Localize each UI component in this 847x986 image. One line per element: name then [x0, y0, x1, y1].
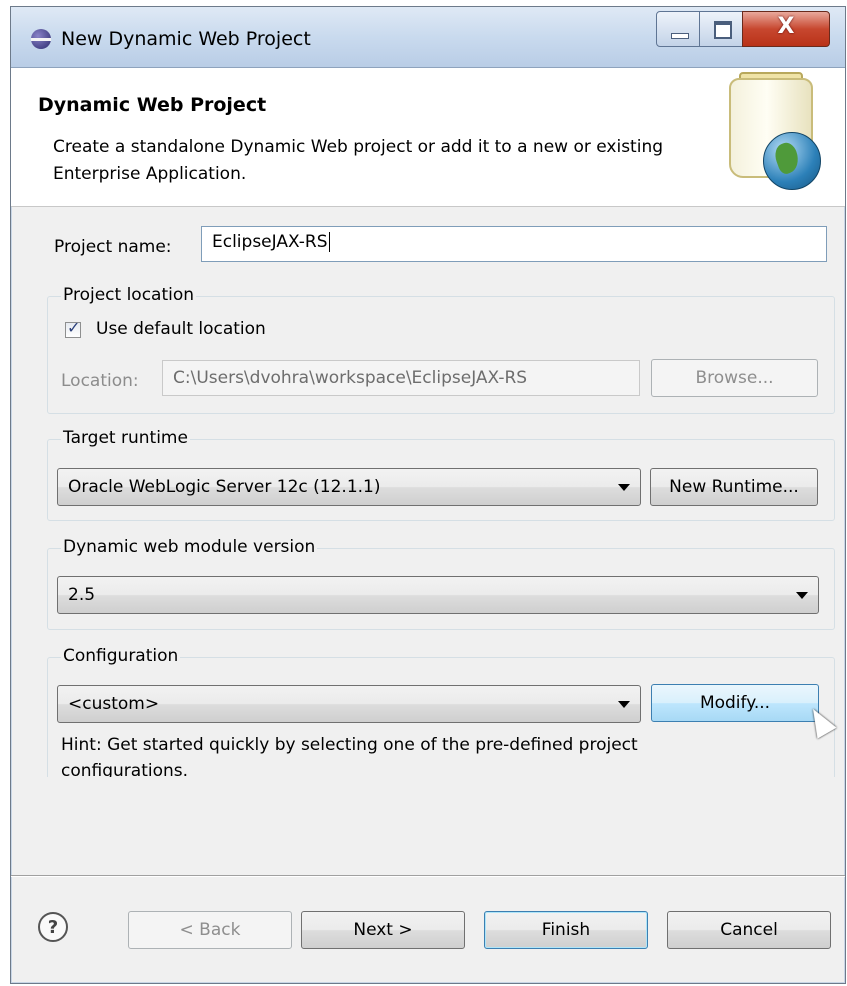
browse-button: Browse...: [651, 359, 818, 397]
close-button[interactable]: X: [742, 11, 830, 47]
configuration-hint: Hint: Get started quickly by selecting o…: [61, 735, 638, 777]
text-caret: [328, 232, 330, 252]
chevron-down-icon: [618, 701, 630, 708]
new-dynamic-web-project-dialog: New Dynamic Web Project X Dynamic Web Pr…: [10, 6, 846, 984]
checkmark-icon: ✓: [67, 318, 81, 337]
use-default-location-checkbox[interactable]: ✓: [65, 318, 81, 338]
project-name-input[interactable]: EclipseJAX-RS: [201, 226, 827, 262]
maximize-button[interactable]: [699, 11, 743, 47]
modify-button[interactable]: Modify...: [651, 684, 819, 722]
module-version-dropdown[interactable]: 2.5: [57, 576, 819, 614]
new-runtime-button[interactable]: New Runtime...: [650, 468, 818, 506]
wizard-banner: Dynamic Web Project Create a standalone …: [11, 68, 845, 207]
target-runtime-dropdown[interactable]: Oracle WebLogic Server 12c (12.1.1): [57, 468, 641, 506]
wizard-page-description: Create a standalone Dynamic Web project …: [53, 137, 664, 184]
minimize-icon: [671, 33, 689, 39]
chevron-down-icon: [618, 484, 630, 491]
eclipse-icon: [31, 29, 51, 49]
title-bar[interactable]: New Dynamic Web Project X: [11, 7, 845, 68]
module-version-value: 2.5: [68, 585, 96, 605]
configuration-dropdown[interactable]: <custom>: [57, 685, 641, 723]
project-name-value: EclipseJAX-RS: [212, 232, 328, 252]
next-button[interactable]: Next >: [301, 911, 465, 949]
target-runtime-title: Target runtime: [61, 428, 190, 448]
configuration-value: <custom>: [68, 694, 160, 714]
minimize-button[interactable]: [656, 11, 700, 47]
finish-button[interactable]: Finish: [484, 911, 648, 949]
project-name-label: Project name:: [54, 237, 172, 257]
close-icon: X: [777, 14, 795, 39]
wizard-page-title: Dynamic Web Project: [38, 94, 267, 116]
chevron-down-icon: [796, 592, 808, 599]
location-label: Location:: [61, 371, 139, 391]
maximize-icon: [714, 21, 732, 39]
back-button: < Back: [128, 911, 292, 949]
target-runtime-value: Oracle WebLogic Server 12c (12.1.1): [68, 477, 381, 497]
cancel-button[interactable]: Cancel: [667, 911, 831, 949]
project-location-title: Project location: [61, 285, 197, 305]
configuration-title: Configuration: [61, 646, 181, 666]
window-title: New Dynamic Web Project: [61, 28, 311, 50]
module-version-title: Dynamic web module version: [61, 537, 318, 557]
footer-separator: [11, 875, 845, 877]
help-icon[interactable]: ?: [38, 912, 68, 942]
globe-icon: [763, 132, 821, 190]
use-default-location-label[interactable]: Use default location: [96, 319, 266, 339]
location-input: C:\Users\dvohra\workspace\EclipseJAX-RS: [162, 360, 640, 396]
configuration-viewport: Configuration <custom> Modify... Hint: G…: [47, 637, 837, 777]
